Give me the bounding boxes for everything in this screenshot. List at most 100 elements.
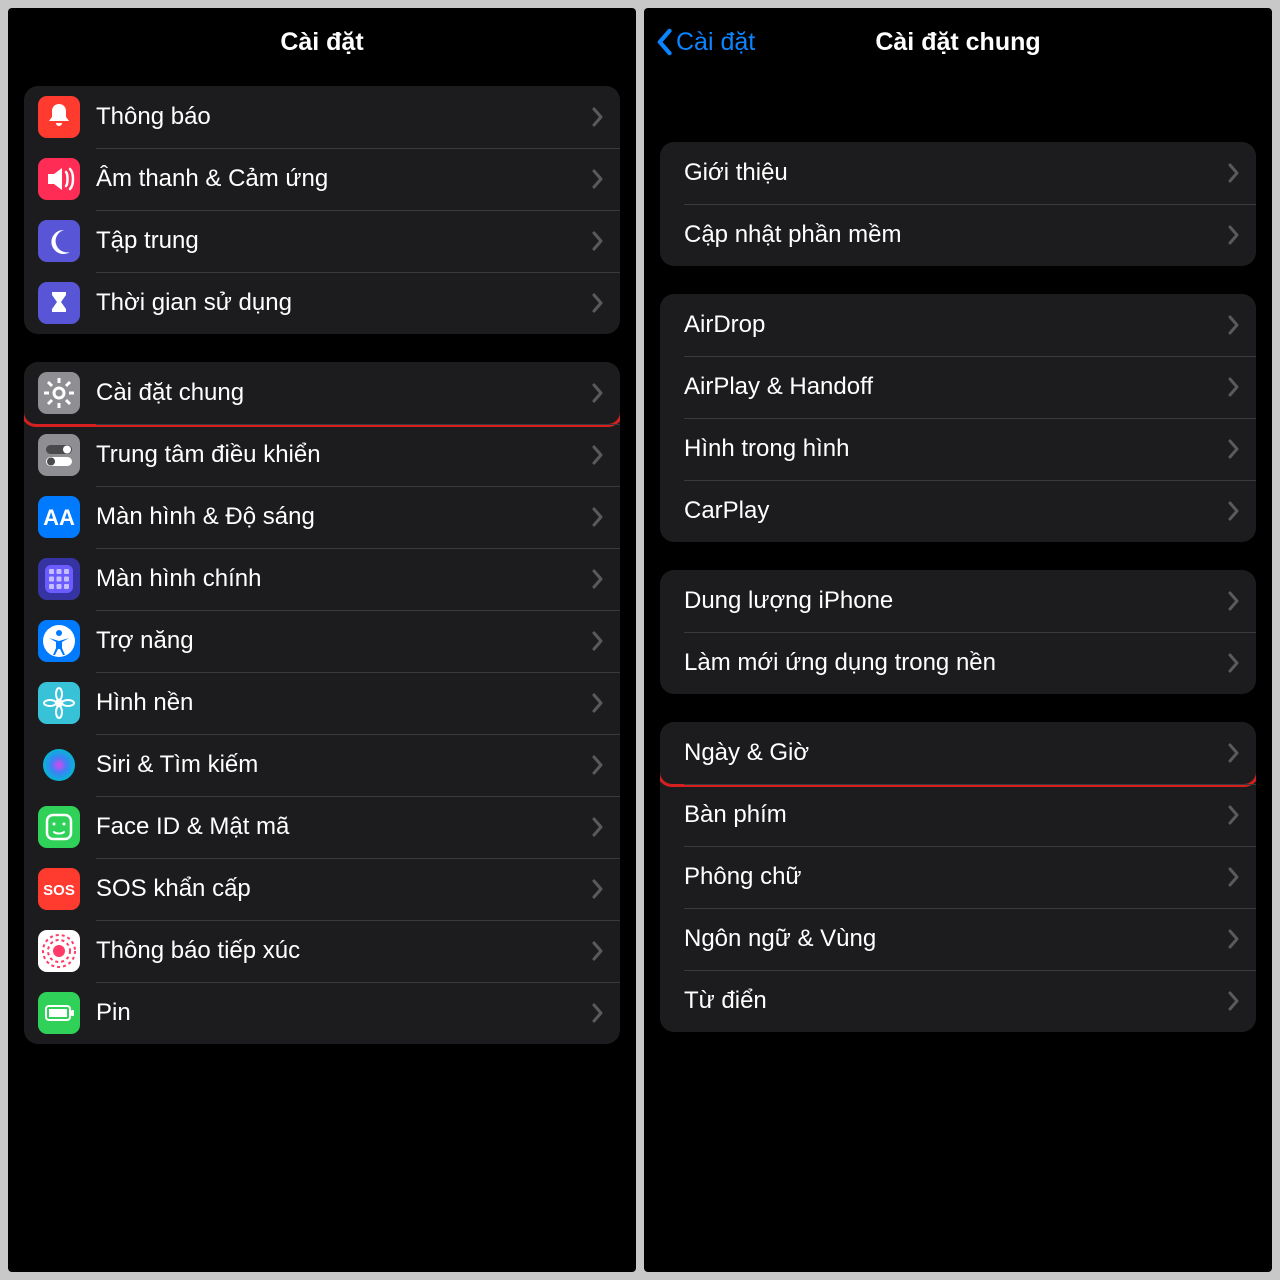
chevron-right-icon [1228, 929, 1240, 949]
chevron-right-icon [592, 755, 604, 775]
row-label: Ngôn ngữ & Vùng [684, 925, 1228, 953]
row-wallpaper[interactable]: Hình nền [24, 672, 620, 734]
back-label: Cài đặt [676, 28, 755, 57]
row-label: Làm mới ứng dụng trong nền [684, 649, 1228, 677]
settings-screen-right: Cài đặt Cài đặt chung Giới thiệu Cập nhật… [644, 8, 1272, 1272]
moon-icon [38, 220, 80, 262]
row-label: Màn hình chính [96, 565, 592, 593]
chevron-right-icon [592, 169, 604, 189]
row-label: AirPlay & Handoff [684, 373, 1228, 401]
row-label: Bàn phím [684, 801, 1228, 829]
row-keyboard[interactable]: Bàn phím [660, 784, 1256, 846]
chevron-right-icon [592, 817, 604, 837]
row-label: Siri & Tìm kiếm [96, 751, 592, 779]
row-sounds[interactable]: Âm thanh & Cảm ứng [24, 148, 620, 210]
row-display[interactable]: AA Màn hình & Độ sáng [24, 486, 620, 548]
chevron-right-icon [592, 879, 604, 899]
row-label: Cập nhật phần mềm [684, 221, 1228, 249]
chevron-right-icon [592, 941, 604, 961]
chevron-right-icon [1228, 991, 1240, 1011]
row-label: Pin [96, 999, 592, 1027]
row-label: Thông báo tiếp xúc [96, 937, 592, 965]
row-refresh[interactable]: Làm mới ứng dụng trong nền [660, 632, 1256, 694]
page-title: Cài đặt [280, 28, 363, 57]
row-datetime[interactable]: Ngày & Giờ [660, 722, 1256, 784]
row-accessibility[interactable]: Trợ năng [24, 610, 620, 672]
chevron-left-icon [654, 28, 674, 56]
row-label: Dung lượng iPhone [684, 587, 1228, 615]
row-battery[interactable]: Pin [24, 982, 620, 1044]
back-button[interactable]: Cài đặt [654, 28, 755, 57]
row-about[interactable]: Giới thiệu [660, 142, 1256, 204]
grid-icon [38, 558, 80, 600]
row-label: Thông báo [96, 103, 592, 131]
chevron-right-icon [1228, 743, 1240, 763]
speaker-icon [38, 158, 80, 200]
sos-icon: SOS [38, 868, 80, 910]
row-focus[interactable]: Tập trung [24, 210, 620, 272]
chevron-right-icon [592, 107, 604, 127]
row-general[interactable]: Cài đặt chung [24, 362, 620, 424]
row-airdrop[interactable]: AirDrop [660, 294, 1256, 356]
row-label: Phông chữ [684, 863, 1228, 891]
chevron-right-icon [1228, 501, 1240, 521]
general-list: Giới thiệu Cập nhật phần mềm AirDrop AirPla… [644, 76, 1272, 1272]
chevron-right-icon [1228, 805, 1240, 825]
svg-text:AA: AA [43, 505, 75, 530]
switches-icon [38, 434, 80, 476]
row-label: Trợ năng [96, 627, 592, 655]
gear-icon [38, 372, 80, 414]
row-label: Face ID & Mật mã [96, 813, 592, 841]
row-label: CarPlay [684, 497, 1228, 525]
chevron-right-icon [592, 1003, 604, 1023]
page-title: Cài đặt chung [875, 28, 1040, 57]
general-group: Ngày & Giờ Bàn phím Phông chữ Ngôn ngữ & Vù… [660, 722, 1256, 1032]
row-dictionary[interactable]: Từ điển [660, 970, 1256, 1032]
settings-group: Thông báo Âm thanh & Cảm ứng Tập trungThời… [24, 86, 620, 334]
row-siri[interactable]: Siri & Tìm kiếm [24, 734, 620, 796]
exposure-icon [38, 930, 80, 972]
row-label: Từ điển [684, 987, 1228, 1015]
bell-icon [38, 96, 80, 138]
chevron-right-icon [592, 693, 604, 713]
chevron-right-icon [1228, 315, 1240, 335]
row-label: Hình nền [96, 689, 592, 717]
chevron-right-icon [1228, 867, 1240, 887]
chevron-right-icon [592, 383, 604, 403]
row-faceid[interactable]: Face ID & Mật mã [24, 796, 620, 858]
chevron-right-icon [1228, 653, 1240, 673]
row-sos[interactable]: SOS SOS khẩn cấp [24, 858, 620, 920]
row-airplay[interactable]: AirPlay & Handoff [660, 356, 1256, 418]
row-update[interactable]: Cập nhật phần mềm [660, 204, 1256, 266]
row-control-center[interactable]: Trung tâm điều khiển [24, 424, 620, 486]
row-language[interactable]: Ngôn ngữ & Vùng [660, 908, 1256, 970]
header: Cài đặt Cài đặt chung [644, 8, 1272, 76]
settings-list: Thông báo Âm thanh & Cảm ứng Tập trungThời… [8, 76, 636, 1272]
general-group: Giới thiệu Cập nhật phần mềm [660, 142, 1256, 266]
chevron-right-icon [1228, 439, 1240, 459]
row-label: Âm thanh & Cảm ứng [96, 165, 592, 193]
siri-icon [38, 744, 80, 786]
row-label: SOS khẩn cấp [96, 875, 592, 903]
row-homescreen[interactable]: Màn hình chính [24, 548, 620, 610]
battery-icon [38, 992, 80, 1034]
row-storage[interactable]: Dung lượng iPhone [660, 570, 1256, 632]
chevron-right-icon [592, 231, 604, 251]
row-pip[interactable]: Hình trong hình [660, 418, 1256, 480]
row-notifications[interactable]: Thông báo [24, 86, 620, 148]
face-icon [38, 806, 80, 848]
flower-icon [38, 682, 80, 724]
chevron-right-icon [1228, 163, 1240, 183]
chevron-right-icon [1228, 591, 1240, 611]
row-label: Màn hình & Độ sáng [96, 503, 592, 531]
general-group: Dung lượng iPhone Làm mới ứng dụng trong … [660, 570, 1256, 694]
row-carplay[interactable]: CarPlay [660, 480, 1256, 542]
svg-text:SOS: SOS [43, 882, 75, 899]
row-exposure[interactable]: Thông báo tiếp xúc [24, 920, 620, 982]
row-screentime[interactable]: Thời gian sử dụng [24, 272, 620, 334]
row-label: AirDrop [684, 311, 1228, 339]
chevron-right-icon [592, 631, 604, 651]
row-label: Ngày & Giờ [684, 739, 1228, 767]
row-fonts[interactable]: Phông chữ [660, 846, 1256, 908]
chevron-right-icon [1228, 225, 1240, 245]
